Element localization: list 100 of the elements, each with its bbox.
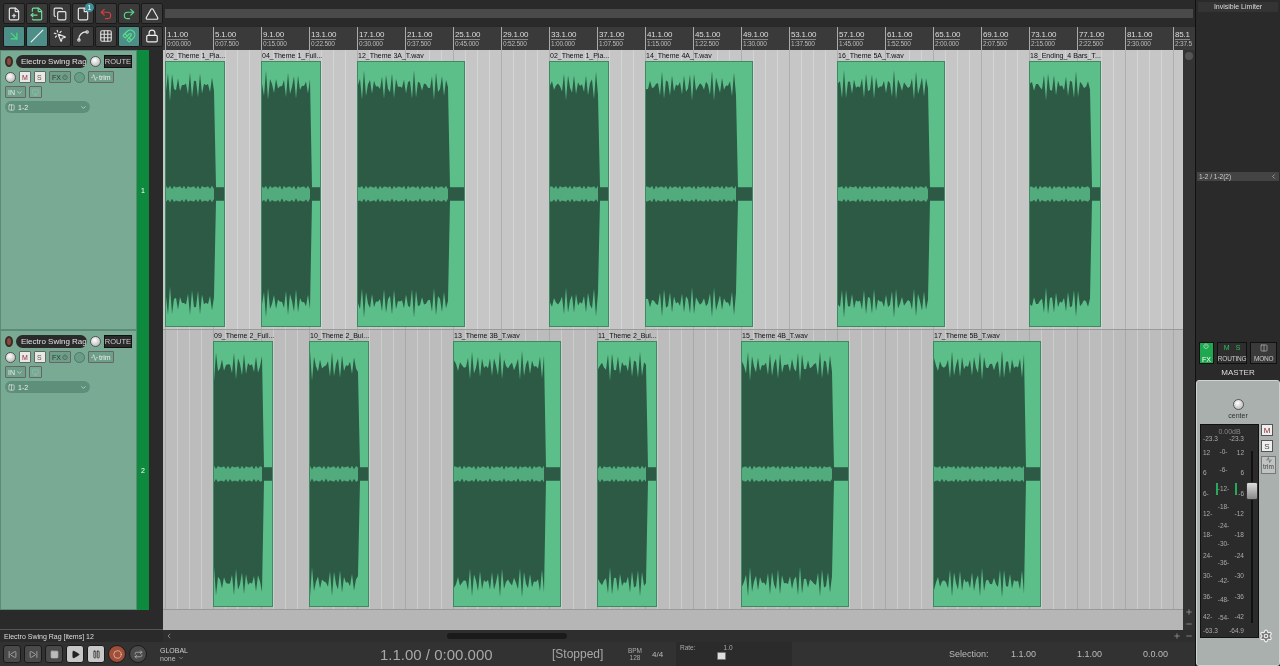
curve-icon <box>76 29 90 43</box>
toolbar-button[interactable] <box>95 25 117 47</box>
toolbar-button[interactable] <box>72 25 94 47</box>
file-output-icon <box>30 6 44 21</box>
chevron-down-icon <box>80 383 87 391</box>
record-icon <box>112 649 122 659</box>
track-name-field[interactable]: Electro Swing Rag <box>15 335 87 348</box>
master-name: MASTER <box>1220 367 1256 379</box>
toolbar-button[interactable] <box>26 3 48 24</box>
pan-knob[interactable] <box>1232 399 1244 410</box>
media-item[interactable] <box>357 61 465 327</box>
media-item[interactable] <box>549 61 609 327</box>
track-name-field[interactable]: Electro Swing Rag <box>15 55 87 68</box>
ruler-bar-label: 13.1.00 <box>311 30 337 40</box>
stereo-icon <box>1259 344 1268 352</box>
fader-handle[interactable] <box>1246 481 1258 500</box>
chevron-left-icon <box>1270 173 1277 180</box>
file-icon <box>76 6 90 21</box>
ruler-bar-label: 57.1.00 <box>839 30 865 40</box>
monitor-button[interactable] <box>29 86 42 98</box>
file-plus-icon <box>7 6 21 21</box>
monitor-button[interactable] <box>29 366 42 378</box>
toolbar-button[interactable] <box>3 25 25 47</box>
pan-knob[interactable] <box>5 351 16 363</box>
envelope-icon <box>90 353 98 361</box>
media-item[interactable] <box>213 341 273 607</box>
skip-back-icon <box>7 649 17 659</box>
toolbar-button[interactable] <box>118 3 140 24</box>
toolbar-button[interactable] <box>118 25 140 47</box>
zoom-in-icon[interactable] <box>1185 608 1193 616</box>
selection-value[interactable]: 1.1.00 <box>1011 649 1077 659</box>
media-item[interactable] <box>165 61 225 327</box>
media-item[interactable] <box>453 341 561 607</box>
transport-button[interactable] <box>3 645 21 663</box>
media-item[interactable] <box>597 341 657 607</box>
transport-button[interactable] <box>24 645 42 663</box>
time-signature[interactable]: 4/4 <box>652 649 676 659</box>
ruler-bar-label: 41.1.00 <box>647 30 673 40</box>
media-item[interactable] <box>261 61 321 327</box>
play-state: [Stopped] <box>552 647 605 661</box>
selection-value[interactable]: 0.0.00 <box>1143 649 1195 659</box>
volume-knob[interactable] <box>89 336 101 347</box>
record-arm-button[interactable] <box>5 336 13 347</box>
ruler-bar-label: 85.1 <box>1175 30 1190 40</box>
toolbar-button[interactable] <box>3 3 25 24</box>
media-item[interactable] <box>309 341 369 607</box>
selection-label: Selection: <box>949 649 990 659</box>
ruler-bar-label: 37.1.00 <box>599 30 625 40</box>
slider-thumb[interactable] <box>717 652 727 660</box>
ruler-bar-label: 5.1.00 <box>215 30 237 40</box>
media-item[interactable] <box>1029 61 1101 327</box>
vertical-scrollbar[interactable] <box>1183 50 1195 630</box>
zoom-in-icon[interactable] <box>1173 632 1181 640</box>
slash-icon <box>30 29 44 43</box>
power-icon <box>1203 343 1210 349</box>
toolbar-button[interactable] <box>26 25 48 47</box>
power-icon <box>61 354 68 360</box>
ruler-bar-label: 29.1.00 <box>503 30 529 40</box>
timeline-ruler[interactable] <box>163 27 1195 50</box>
ruler-bar-label: 25.1.00 <box>455 30 481 40</box>
pan-knob[interactable] <box>5 71 16 83</box>
media-item[interactable] <box>837 61 945 327</box>
redo-icon <box>122 6 136 21</box>
ruler-bar-label: 45.1.00 <box>695 30 721 40</box>
transport-button[interactable] <box>66 645 84 663</box>
transport-button[interactable] <box>87 645 105 663</box>
ruler-bar-label: 1.1.00 <box>167 30 189 40</box>
ruler-bar-label: 49.1.00 <box>743 30 769 40</box>
record-arm-button[interactable] <box>5 56 13 67</box>
ruler-bar-label: 69.1.00 <box>983 30 1009 40</box>
lock-icon <box>145 29 159 43</box>
chevron-down-icon <box>80 103 87 111</box>
chevron-down-icon <box>16 368 23 376</box>
media-item[interactable] <box>645 61 753 327</box>
transport-button[interactable] <box>129 645 147 663</box>
envelope-icon <box>1265 457 1272 463</box>
solo-button[interactable]: S <box>1261 440 1273 452</box>
volume-knob[interactable] <box>89 56 101 67</box>
chevron-down-icon <box>177 655 184 661</box>
input-icon <box>8 383 15 391</box>
transport-button[interactable] <box>45 645 63 663</box>
ruler-bar-label: 17.1.00 <box>359 30 385 40</box>
toolbar-button[interactable] <box>141 25 163 47</box>
toolbar-button[interactable] <box>49 3 71 24</box>
ruler-bar-label: 33.1.00 <box>551 30 577 40</box>
settings-icon[interactable] <box>1259 629 1273 643</box>
media-item[interactable] <box>741 341 849 607</box>
pointer-icon <box>53 29 67 43</box>
ruler-bar-label: 61.1.00 <box>887 30 913 40</box>
scroll-left-icon[interactable] <box>165 632 173 640</box>
envelope-icon <box>90 73 98 81</box>
media-item[interactable] <box>933 341 1041 607</box>
ruler-bar-label: 21.1.00 <box>407 30 433 40</box>
selection-value[interactable]: 1.1.00 <box>1077 649 1143 659</box>
toolbar-button[interactable] <box>49 25 71 47</box>
transport-button[interactable] <box>108 645 126 663</box>
ruler-bar-label: 9.1.00 <box>263 30 285 40</box>
mute-button[interactable]: M <box>1261 424 1273 436</box>
ruler-bar-label: 81.1.00 <box>1127 30 1153 40</box>
toolbar-button[interactable] <box>141 3 163 24</box>
